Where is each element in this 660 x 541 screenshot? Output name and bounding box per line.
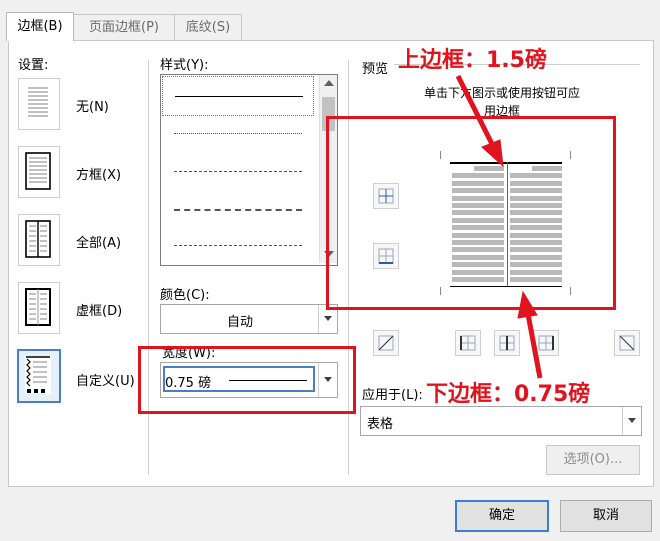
annotation-arrows — [455, 74, 543, 379]
tab-borders-label: 边框(B) — [17, 19, 63, 34]
tab-borders[interactable]: 边框(B) — [6, 12, 74, 41]
